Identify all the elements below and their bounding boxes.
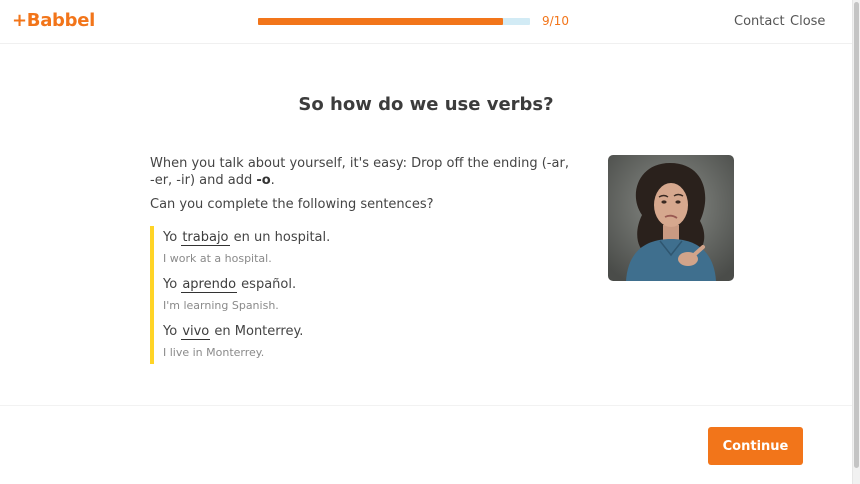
continue-button[interactable]: Continue xyxy=(708,427,803,465)
intro-text: When you talk about yourself, it's easy:… xyxy=(150,156,569,188)
vertical-scrollbar[interactable] xyxy=(852,0,860,484)
top-bar: +Babbel 9/10 Contact Close xyxy=(0,0,852,44)
verb-blank[interactable]: vivo xyxy=(181,324,211,340)
spanish-sentence: Yo trabajo en un hospital. xyxy=(163,230,330,246)
sentence-start: Yo xyxy=(163,324,182,339)
example-item: Yo vivo en Monterrey. I live in Monterre… xyxy=(163,324,303,359)
babbel-logo[interactable]: +Babbel xyxy=(12,10,95,31)
verb-blank[interactable]: trabajo xyxy=(181,230,230,246)
intro-ending-highlight: -o xyxy=(256,173,271,188)
spanish-sentence: Yo vivo en Monterrey. xyxy=(163,324,303,340)
english-translation: I work at a hospital. xyxy=(163,252,272,265)
close-link[interactable]: Close xyxy=(790,14,825,29)
lesson-question: Can you complete the following sentences… xyxy=(150,197,434,212)
sentence-end: en Monterrey. xyxy=(210,324,304,339)
verb-blank[interactable]: aprendo xyxy=(181,277,238,293)
lesson-intro: When you talk about yourself, it's easy:… xyxy=(150,155,570,189)
progress-fill xyxy=(258,18,503,25)
sentence-end: español. xyxy=(237,277,297,292)
lesson-photo xyxy=(608,155,734,281)
sentence-end: en un hospital. xyxy=(229,230,331,245)
spanish-sentence: Yo aprendo español. xyxy=(163,277,296,293)
scrollbar-thumb[interactable] xyxy=(854,2,859,468)
sentence-start: Yo xyxy=(163,230,182,245)
intro-period: . xyxy=(270,173,275,188)
example-sentences: Yo trabajo en un hospital. I work at a h… xyxy=(150,226,450,364)
lesson-title: So how do we use verbs? xyxy=(298,94,554,115)
confused-woman-photo xyxy=(608,155,734,281)
contact-link[interactable]: Contact xyxy=(734,14,785,29)
english-translation: I'm learning Spanish. xyxy=(163,299,279,312)
sentence-start: Yo xyxy=(163,277,182,292)
progress-counter: 9/10 xyxy=(542,14,569,28)
lesson-progress-bar xyxy=(258,18,530,25)
example-item: Yo trabajo en un hospital. I work at a h… xyxy=(163,230,330,265)
footer-divider xyxy=(0,405,852,406)
example-item: Yo aprendo español. I'm learning Spanish… xyxy=(163,277,296,312)
english-translation: I live in Monterrey. xyxy=(163,346,265,359)
